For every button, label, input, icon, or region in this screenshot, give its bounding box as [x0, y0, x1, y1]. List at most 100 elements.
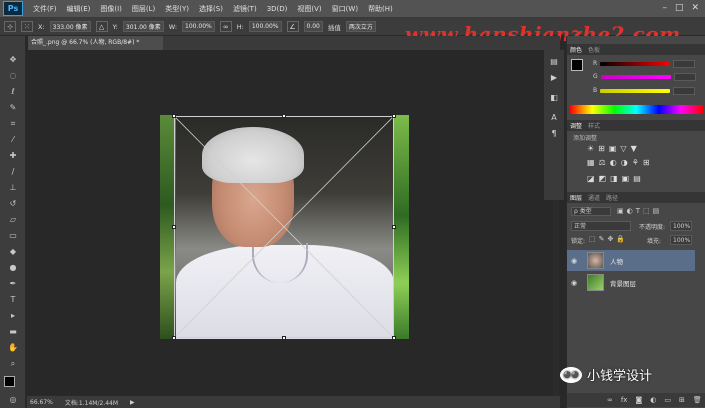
adjustment-icons-row-3[interactable]: ◪◩◨▣▤	[587, 174, 645, 183]
red-slider[interactable]: R	[593, 59, 703, 68]
zoom-level[interactable]: 66.67%	[30, 399, 53, 406]
pen-tool-icon[interactable]: ✒	[5, 278, 21, 290]
transform-handle-bottom[interactable]	[282, 336, 286, 340]
layer-name[interactable]: 人物	[610, 256, 623, 266]
type-tool-icon[interactable]: T	[5, 294, 21, 306]
menu-help[interactable]: 帮助(H)	[368, 4, 393, 14]
adjustment-icons-row-2[interactable]: ▦⚖◐◑⚘⊞	[587, 158, 654, 167]
transform-handle-right[interactable]	[392, 225, 396, 229]
menu-layer[interactable]: 图层(L)	[132, 4, 155, 14]
maximize-icon[interactable]: □	[675, 3, 684, 13]
tab-adjustments[interactable]: 调整	[570, 121, 582, 130]
new-group-icon[interactable]: ▭	[664, 396, 671, 404]
free-transform-box[interactable]	[172, 114, 396, 340]
layer-filter-icons[interactable]: ▣◐T⬚▤	[617, 207, 662, 215]
height-field[interactable]: 100.00%	[248, 21, 282, 32]
x-field[interactable]: 333.00 像素	[49, 21, 91, 32]
menu-select[interactable]: 选择(S)	[199, 4, 223, 14]
layer-row-person[interactable]: ◉ 人物	[567, 250, 695, 271]
transform-tool-icon[interactable]: ⊹	[4, 21, 16, 32]
menu-filter[interactable]: 滤镜(T)	[233, 4, 257, 14]
paragraph-panel-icon[interactable]: ¶	[548, 128, 560, 140]
blend-mode-select[interactable]: 正常	[571, 221, 631, 231]
tab-styles[interactable]: 样式	[588, 121, 600, 130]
green-slider[interactable]: G	[593, 72, 703, 81]
blur-tool-icon[interactable]: ◆	[5, 246, 21, 258]
gradient-tool-icon[interactable]: ▭	[5, 230, 21, 242]
close-icon[interactable]: ✕	[691, 3, 699, 13]
brush-tool-icon[interactable]: ∕	[5, 166, 21, 178]
history-brush-icon[interactable]: ↺	[5, 198, 21, 210]
layer-row-background[interactable]: ◉ 背景图层	[567, 272, 695, 293]
quick-select-tool-icon[interactable]: ✎	[5, 102, 21, 114]
eraser-tool-icon[interactable]: ▱	[5, 214, 21, 226]
interpolation-select[interactable]: 两次立方	[345, 21, 376, 32]
actions-panel-icon[interactable]: ▶	[548, 72, 560, 84]
tab-channels[interactable]: 通道	[588, 193, 600, 202]
layer-kind-filter[interactable]: ρ 类型	[571, 207, 611, 216]
transform-handle-top[interactable]	[282, 114, 286, 118]
tab-swatches[interactable]: 色板	[588, 45, 600, 54]
foreground-color-chip[interactable]	[571, 59, 583, 71]
menu-view[interactable]: 视图(V)	[297, 4, 321, 14]
add-mask-icon[interactable]: ◙	[635, 396, 642, 404]
transform-handle-bottom-right[interactable]	[392, 336, 396, 340]
delta-icon[interactable]: △	[95, 21, 108, 32]
menu-edit[interactable]: 编辑(E)	[67, 4, 91, 14]
green-value-field[interactable]	[673, 72, 696, 81]
adjustment-icons-row-1[interactable]: ☀⊞▣▽▼	[587, 144, 641, 153]
new-adjustment-icon[interactable]: ◐	[650, 396, 656, 404]
red-value-field[interactable]	[673, 59, 696, 68]
eyedropper-tool-icon[interactable]: ⁄	[5, 134, 21, 146]
transform-handle-left[interactable]	[172, 225, 176, 229]
green-track[interactable]	[600, 74, 671, 79]
y-field[interactable]: 301.00 像素	[122, 21, 164, 32]
menu-file[interactable]: 文件(F)	[33, 4, 57, 14]
reference-point-icon[interactable]: ⁙	[21, 21, 33, 32]
tab-color[interactable]: 颜色	[570, 45, 582, 54]
tab-layers[interactable]: 图层	[570, 193, 582, 202]
blue-track[interactable]	[600, 88, 671, 93]
shape-tool-icon[interactable]: ▬	[5, 326, 21, 338]
menu-3d[interactable]: 3D(D)	[267, 5, 288, 13]
delete-layer-icon[interactable]: 🗑	[693, 396, 702, 404]
transform-handle-top-left[interactable]	[172, 114, 176, 118]
fx-icon[interactable]: fx	[621, 396, 628, 404]
history-panel-icon[interactable]: ▤	[548, 56, 560, 68]
character-panel-icon[interactable]: A	[548, 112, 560, 124]
link-icon[interactable]: ∞	[219, 21, 232, 32]
marquee-tool-icon[interactable]: ◌	[5, 70, 21, 82]
opacity-field[interactable]: 100%	[670, 221, 692, 231]
status-arrow-icon[interactable]: ▶	[130, 399, 135, 406]
blue-slider[interactable]: B	[593, 86, 703, 95]
zoom-tool-icon[interactable]: ⌕	[5, 358, 21, 370]
document-tab[interactable]: 合照_.png @ 66.7% (人物, RGB/8#) *	[28, 36, 163, 50]
angle-field[interactable]: 0.00	[303, 21, 323, 32]
menu-window[interactable]: 窗口(W)	[332, 4, 358, 14]
minimize-icon[interactable]: –	[662, 3, 667, 13]
layer-name[interactable]: 背景图层	[610, 278, 636, 288]
red-track[interactable]	[600, 61, 671, 66]
menu-type[interactable]: 类型(Y)	[165, 4, 189, 14]
crop-tool-icon[interactable]: ⌗	[5, 118, 21, 130]
eye-icon[interactable]: ◉	[571, 279, 581, 287]
color-spectrum[interactable]	[570, 105, 703, 114]
width-field[interactable]: 100.00%	[182, 21, 215, 32]
properties-panel-icon[interactable]: ◧	[548, 92, 560, 104]
fill-field[interactable]: 100%	[670, 235, 692, 245]
stamp-tool-icon[interactable]: ⊥	[5, 182, 21, 194]
lock-icons[interactable]: ⬚✎✥🔒	[589, 235, 628, 243]
quick-mask-icon[interactable]: ◎	[5, 394, 21, 406]
menu-image[interactable]: 图像(I)	[100, 4, 122, 14]
healing-tool-icon[interactable]: ✚	[5, 150, 21, 162]
lasso-tool-icon[interactable]: ℓ	[5, 86, 21, 98]
hand-tool-icon[interactable]: ✋	[5, 342, 21, 354]
move-tool-icon[interactable]: ✥	[5, 54, 21, 66]
link-layers-icon[interactable]: ∞	[607, 396, 613, 404]
dodge-tool-icon[interactable]: ●	[5, 262, 21, 274]
path-select-tool-icon[interactable]: ▸	[5, 310, 21, 322]
tab-paths[interactable]: 路径	[606, 193, 618, 202]
foreground-color-swatch[interactable]	[4, 376, 15, 387]
new-layer-icon[interactable]: ⊞	[679, 396, 685, 404]
transform-handle-top-right[interactable]	[392, 114, 396, 118]
